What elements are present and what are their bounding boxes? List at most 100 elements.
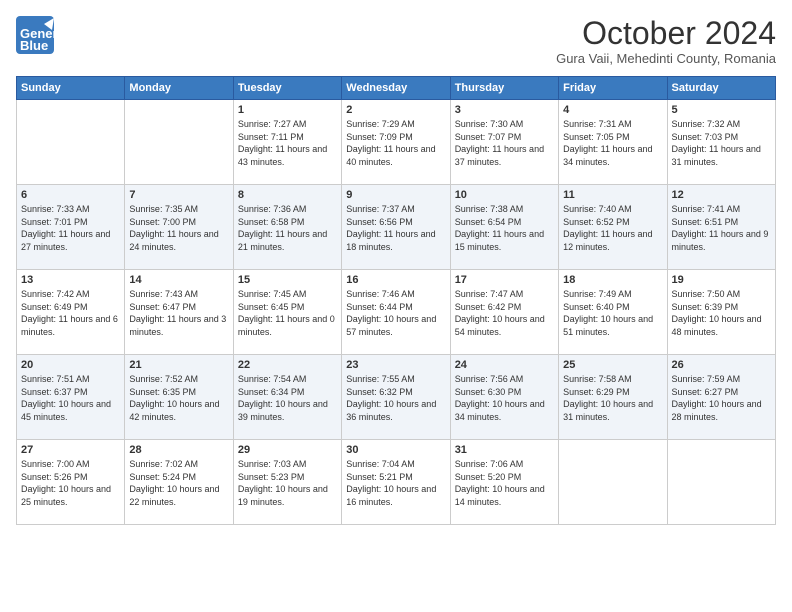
calendar-cell: 14 Sunrise: 7:43 AM Sunset: 6:47 PM Dayli… bbox=[125, 270, 233, 355]
calendar-week-row: 13 Sunrise: 7:42 AM Sunset: 6:49 PM Dayli… bbox=[17, 270, 776, 355]
calendar-week-row: 6 Sunrise: 7:33 AM Sunset: 7:01 PM Daylig… bbox=[17, 185, 776, 270]
calendar-cell: 5 Sunrise: 7:32 AM Sunset: 7:03 PM Daylig… bbox=[667, 100, 775, 185]
calendar-cell: 17 Sunrise: 7:47 AM Sunset: 6:42 PM Dayli… bbox=[450, 270, 558, 355]
weekday-header-friday: Friday bbox=[559, 77, 667, 100]
day-number: 28 bbox=[129, 444, 228, 456]
day-number: 21 bbox=[129, 359, 228, 371]
weekday-header-row: SundayMondayTuesdayWednesdayThursdayFrid… bbox=[17, 77, 776, 100]
day-content: Sunrise: 7:50 AM Sunset: 6:39 PM Dayligh… bbox=[672, 288, 771, 338]
day-content: Sunrise: 7:41 AM Sunset: 6:51 PM Dayligh… bbox=[672, 203, 771, 253]
day-number: 13 bbox=[21, 274, 120, 286]
day-content: Sunrise: 7:59 AM Sunset: 6:27 PM Dayligh… bbox=[672, 373, 771, 423]
day-content: Sunrise: 7:03 AM Sunset: 5:23 PM Dayligh… bbox=[238, 458, 337, 508]
page-header: General Blue October 2024 Gura Vaii, Meh… bbox=[16, 16, 776, 66]
day-number: 26 bbox=[672, 359, 771, 371]
calendar-week-row: 20 Sunrise: 7:51 AM Sunset: 6:37 PM Dayli… bbox=[17, 355, 776, 440]
day-content: Sunrise: 7:30 AM Sunset: 7:07 PM Dayligh… bbox=[455, 118, 554, 168]
title-block: October 2024 Gura Vaii, Mehedinti County… bbox=[556, 16, 776, 66]
calendar-cell: 30Sunrise: 7:04 AM Sunset: 5:21 PM Dayli… bbox=[342, 440, 450, 525]
weekday-header-saturday: Saturday bbox=[667, 77, 775, 100]
calendar-cell: 18 Sunrise: 7:49 AM Sunset: 6:40 PM Dayli… bbox=[559, 270, 667, 355]
calendar-cell: 28Sunrise: 7:02 AM Sunset: 5:24 PM Dayli… bbox=[125, 440, 233, 525]
day-content: Sunrise: 7:31 AM Sunset: 7:05 PM Dayligh… bbox=[563, 118, 662, 168]
day-number: 5 bbox=[672, 104, 771, 116]
weekday-header-monday: Monday bbox=[125, 77, 233, 100]
calendar-week-row: 27Sunrise: 7:00 AM Sunset: 5:26 PM Dayli… bbox=[17, 440, 776, 525]
day-content: Sunrise: 7:33 AM Sunset: 7:01 PM Dayligh… bbox=[21, 203, 120, 253]
day-number: 20 bbox=[21, 359, 120, 371]
day-content: Sunrise: 7:45 AM Sunset: 6:45 PM Dayligh… bbox=[238, 288, 337, 338]
day-content: Sunrise: 7:37 AM Sunset: 6:56 PM Dayligh… bbox=[346, 203, 445, 253]
day-number: 15 bbox=[238, 274, 337, 286]
calendar-cell: 4 Sunrise: 7:31 AM Sunset: 7:05 PM Daylig… bbox=[559, 100, 667, 185]
calendar-cell: 7 Sunrise: 7:35 AM Sunset: 7:00 PM Daylig… bbox=[125, 185, 233, 270]
day-number: 25 bbox=[563, 359, 662, 371]
day-number: 12 bbox=[672, 189, 771, 201]
calendar-cell: 6 Sunrise: 7:33 AM Sunset: 7:01 PM Daylig… bbox=[17, 185, 125, 270]
calendar-cell: 8 Sunrise: 7:36 AM Sunset: 6:58 PM Daylig… bbox=[233, 185, 341, 270]
calendar-cell: 15 Sunrise: 7:45 AM Sunset: 6:45 PM Dayli… bbox=[233, 270, 341, 355]
logo: General Blue bbox=[16, 16, 54, 59]
calendar-cell: 16 Sunrise: 7:46 AM Sunset: 6:44 PM Dayli… bbox=[342, 270, 450, 355]
day-content: Sunrise: 7:32 AM Sunset: 7:03 PM Dayligh… bbox=[672, 118, 771, 168]
weekday-header-sunday: Sunday bbox=[17, 77, 125, 100]
calendar-cell: 13 Sunrise: 7:42 AM Sunset: 6:49 PM Dayli… bbox=[17, 270, 125, 355]
day-content: Sunrise: 7:56 AM Sunset: 6:30 PM Dayligh… bbox=[455, 373, 554, 423]
calendar-cell: 23Sunrise: 7:55 AM Sunset: 6:32 PM Dayli… bbox=[342, 355, 450, 440]
day-number: 31 bbox=[455, 444, 554, 456]
day-number: 3 bbox=[455, 104, 554, 116]
weekday-header-thursday: Thursday bbox=[450, 77, 558, 100]
day-number: 7 bbox=[129, 189, 228, 201]
day-content: Sunrise: 7:36 AM Sunset: 6:58 PM Dayligh… bbox=[238, 203, 337, 253]
day-content: Sunrise: 7:51 AM Sunset: 6:37 PM Dayligh… bbox=[21, 373, 120, 423]
day-number: 1 bbox=[238, 104, 337, 116]
day-number: 2 bbox=[346, 104, 445, 116]
svg-text:Blue: Blue bbox=[20, 38, 48, 53]
day-number: 18 bbox=[563, 274, 662, 286]
day-number: 27 bbox=[21, 444, 120, 456]
calendar-cell: 24 Sunrise: 7:56 AM Sunset: 6:30 PM Dayli… bbox=[450, 355, 558, 440]
calendar-cell: 20 Sunrise: 7:51 AM Sunset: 6:37 PM Dayli… bbox=[17, 355, 125, 440]
calendar-cell: 2Sunrise: 7:29 AM Sunset: 7:09 PM Daylig… bbox=[342, 100, 450, 185]
day-content: Sunrise: 7:35 AM Sunset: 7:00 PM Dayligh… bbox=[129, 203, 228, 253]
calendar-cell: 31 Sunrise: 7:06 AM Sunset: 5:20 PM Dayli… bbox=[450, 440, 558, 525]
calendar-cell: 21 Sunrise: 7:52 AM Sunset: 6:35 PM Dayli… bbox=[125, 355, 233, 440]
day-content: Sunrise: 7:47 AM Sunset: 6:42 PM Dayligh… bbox=[455, 288, 554, 338]
day-number: 16 bbox=[346, 274, 445, 286]
calendar-cell: 3 Sunrise: 7:30 AM Sunset: 7:07 PM Daylig… bbox=[450, 100, 558, 185]
calendar-cell: 12 Sunrise: 7:41 AM Sunset: 6:51 PM Dayli… bbox=[667, 185, 775, 270]
day-content: Sunrise: 7:54 AM Sunset: 6:34 PM Dayligh… bbox=[238, 373, 337, 423]
day-number: 4 bbox=[563, 104, 662, 116]
calendar-cell: 19Sunrise: 7:50 AM Sunset: 6:39 PM Dayli… bbox=[667, 270, 775, 355]
day-content: Sunrise: 7:40 AM Sunset: 6:52 PM Dayligh… bbox=[563, 203, 662, 253]
day-content: Sunrise: 7:27 AM Sunset: 7:11 PM Dayligh… bbox=[238, 118, 337, 168]
day-number: 30 bbox=[346, 444, 445, 456]
day-content: Sunrise: 7:43 AM Sunset: 6:47 PM Dayligh… bbox=[129, 288, 228, 338]
day-content: Sunrise: 7:06 AM Sunset: 5:20 PM Dayligh… bbox=[455, 458, 554, 508]
day-number: 14 bbox=[129, 274, 228, 286]
calendar-cell: 25Sunrise: 7:58 AM Sunset: 6:29 PM Dayli… bbox=[559, 355, 667, 440]
day-number: 17 bbox=[455, 274, 554, 286]
calendar-cell: 22 Sunrise: 7:54 AM Sunset: 6:34 PM Dayli… bbox=[233, 355, 341, 440]
weekday-header-tuesday: Tuesday bbox=[233, 77, 341, 100]
calendar-cell bbox=[125, 100, 233, 185]
day-number: 23 bbox=[346, 359, 445, 371]
day-content: Sunrise: 7:42 AM Sunset: 6:49 PM Dayligh… bbox=[21, 288, 120, 338]
day-number: 22 bbox=[238, 359, 337, 371]
calendar-cell: 29 Sunrise: 7:03 AM Sunset: 5:23 PM Dayli… bbox=[233, 440, 341, 525]
day-content: Sunrise: 7:52 AM Sunset: 6:35 PM Dayligh… bbox=[129, 373, 228, 423]
location-subtitle: Gura Vaii, Mehedinti County, Romania bbox=[556, 51, 776, 66]
day-content: Sunrise: 7:46 AM Sunset: 6:44 PM Dayligh… bbox=[346, 288, 445, 338]
day-number: 10 bbox=[455, 189, 554, 201]
day-number: 8 bbox=[238, 189, 337, 201]
logo-icon: General Blue bbox=[16, 16, 54, 59]
day-number: 29 bbox=[238, 444, 337, 456]
month-title: October 2024 bbox=[556, 16, 776, 51]
day-number: 6 bbox=[21, 189, 120, 201]
day-number: 24 bbox=[455, 359, 554, 371]
day-content: Sunrise: 7:49 AM Sunset: 6:40 PM Dayligh… bbox=[563, 288, 662, 338]
calendar-table: SundayMondayTuesdayWednesdayThursdayFrid… bbox=[16, 76, 776, 525]
calendar-cell: 10Sunrise: 7:38 AM Sunset: 6:54 PM Dayli… bbox=[450, 185, 558, 270]
calendar-cell: 9Sunrise: 7:37 AM Sunset: 6:56 PM Daylig… bbox=[342, 185, 450, 270]
calendar-cell: 1 Sunrise: 7:27 AM Sunset: 7:11 PM Daylig… bbox=[233, 100, 341, 185]
